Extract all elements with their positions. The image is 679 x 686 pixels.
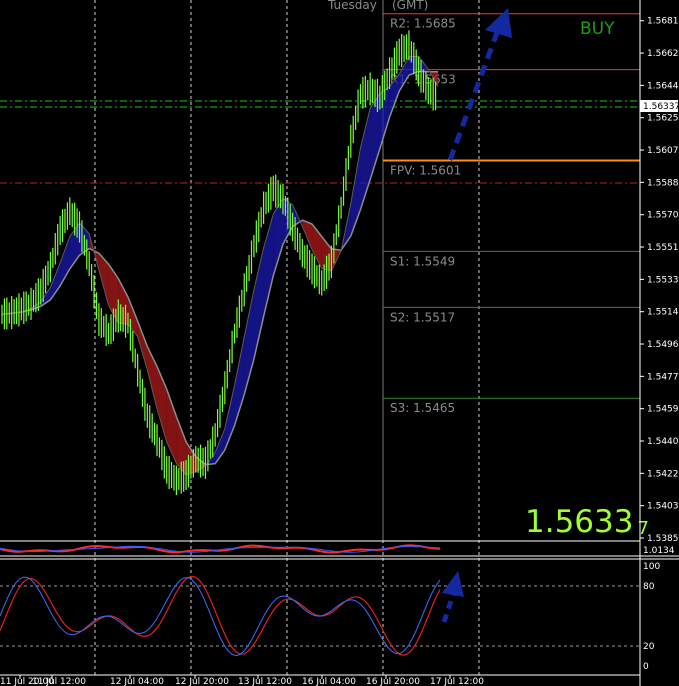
vertical-grid <box>0 0 640 675</box>
stochastic-main-line <box>0 576 441 657</box>
pivot-label: S1: 1.5549 <box>390 254 455 268</box>
price-axis-label: 1.55145 <box>647 308 679 318</box>
stochastic-buy-arrow-icon <box>441 571 464 623</box>
buy-arrow-icon <box>447 8 512 161</box>
price-axis-label: 1.55885 <box>647 178 679 188</box>
indicator-panel-1: 1.0134 <box>0 540 679 557</box>
price-axis-label: 1.54405 <box>647 437 679 447</box>
price-axis-label: 1.55700 <box>647 211 679 221</box>
time-axis-label: 16 Jul 20:00 <box>366 677 420 686</box>
stochastic-axis-label: 20 <box>643 642 655 652</box>
current-price-marker: 1.56337 <box>640 100 679 112</box>
price-axis-label: 1.56625 <box>647 49 679 59</box>
price-axis-label: 1.56440 <box>647 81 679 91</box>
cloud-segment <box>253 247 264 360</box>
cloud-segment <box>215 428 225 464</box>
time-axis-label: 12 Jul 20:00 <box>175 677 229 686</box>
cloud-segment <box>50 263 61 300</box>
pivot-label: FPV: 1.5601 <box>390 164 461 178</box>
svg-text:1.56337: 1.56337 <box>643 102 679 112</box>
price-axis-label: 1.53850 <box>647 534 679 544</box>
day-label: Tuesday <box>327 0 377 12</box>
stochastic-axis-label: 0 <box>643 662 649 672</box>
time-axis-label: 12 Jul 04:00 <box>110 677 164 686</box>
stochastic-signal-line <box>0 575 441 656</box>
pivot-label: S3: 1.5465 <box>390 401 455 415</box>
price-axis-label: 1.54775 <box>647 372 679 382</box>
price-axis-label: 1.56070 <box>647 146 679 156</box>
pivot-label: S2: 1.5517 <box>390 310 455 324</box>
time-axis-label: 16 Jul 04:00 <box>302 677 356 686</box>
cloud-segment <box>137 321 148 370</box>
price-axis-label: 1.54960 <box>647 340 679 350</box>
stochastic-axis-label: 80 <box>643 582 655 592</box>
cloud-segment <box>224 385 235 451</box>
cloud-segment <box>273 198 283 276</box>
stochastic-axis-label: 100 <box>643 562 660 572</box>
time-axis-label: 13 Jul 12:00 <box>238 677 292 686</box>
stochastic-panel: 100 80 20 0 <box>0 558 679 676</box>
pivot-label: R2: 1.5685 <box>390 17 456 31</box>
big-price-display: 1.5633 7 <box>525 504 649 540</box>
price-axis-label: 1.54035 <box>647 502 679 512</box>
price-axis-label: 1.56810 <box>647 17 679 27</box>
price-axis-label: 1.56255 <box>647 114 679 124</box>
time-axis-label: 17 Jul 12:00 <box>430 677 484 686</box>
mini-axis-label: 1.0134 <box>643 546 675 556</box>
price-chart[interactable]: R2: 1.5685R1: 1.5653FPV: 1.5601S1: 1.554… <box>0 0 679 686</box>
price-axis-label: 1.55515 <box>647 243 679 253</box>
price-axis-label: 1.54220 <box>647 469 679 479</box>
price-axis-label: 1.55330 <box>647 275 679 285</box>
buy-signal-label: BUY <box>580 19 615 39</box>
cloud-segment <box>98 253 109 306</box>
time-axis-label: 11 Jul 12:00 <box>32 677 86 686</box>
time-axis: 11 Jul 20:0011 Jul 12:00 12 Jul 04:00 12 J… <box>0 675 484 686</box>
price-axis-label: 1.54590 <box>647 405 679 415</box>
timezone-label: (GMT) <box>392 0 428 12</box>
mini-indicator-red <box>0 544 441 554</box>
